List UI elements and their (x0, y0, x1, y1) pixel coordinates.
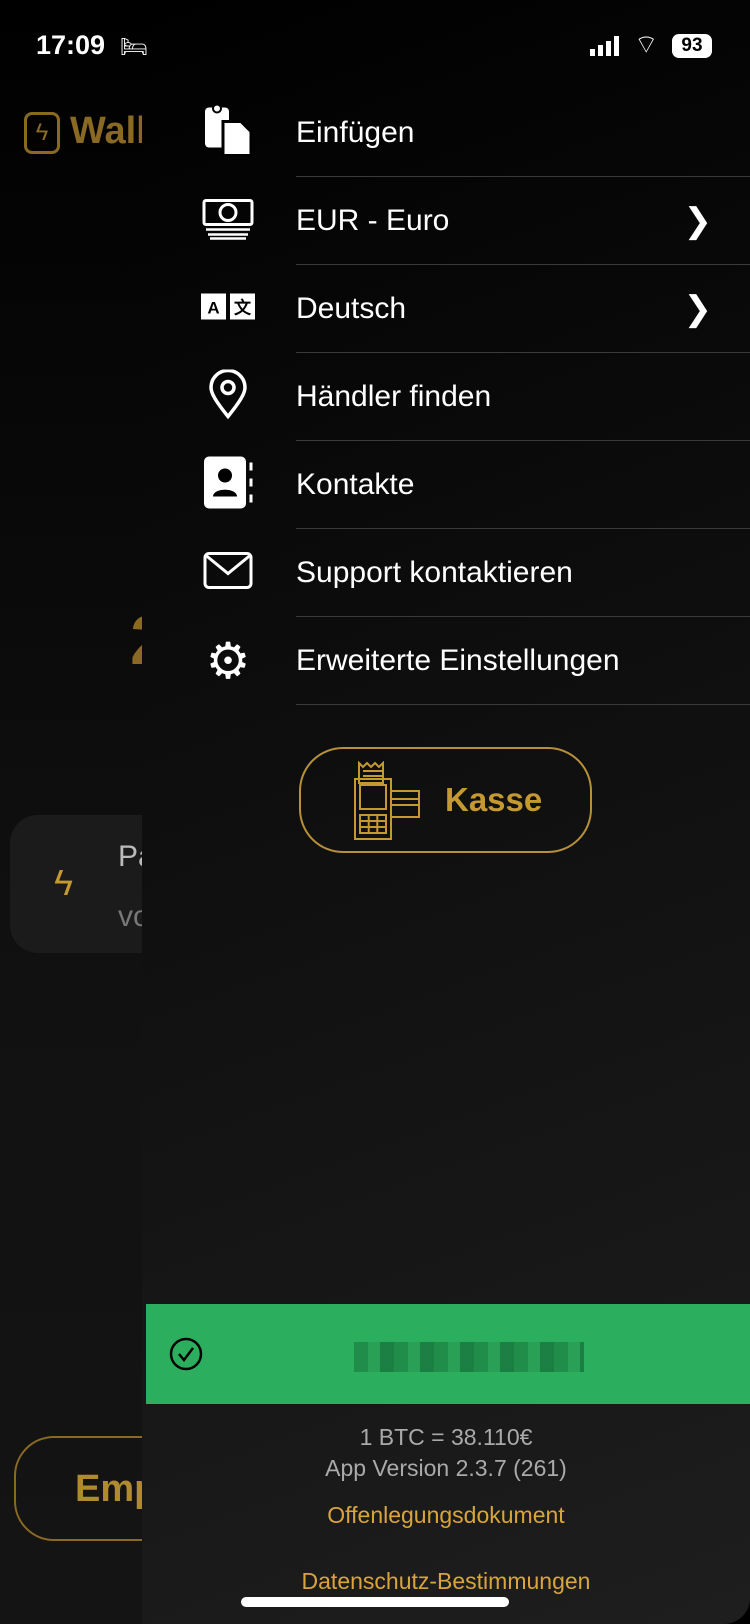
privacy-link[interactable]: Datenschutz-Bestimmungen (142, 1568, 750, 1595)
menu-item-language[interactable]: A文 Deutsch ❯ (142, 265, 750, 353)
svg-text:A: A (207, 299, 219, 318)
location-pin-icon (198, 368, 258, 425)
menu-item-paste[interactable]: Einfügen (142, 89, 750, 177)
lightning-icon: ϟ (54, 862, 74, 903)
home-indicator[interactable] (241, 1597, 509, 1607)
menu-label: Erweiterte Einstellungen (296, 644, 620, 677)
redacted-node-name (354, 1342, 584, 1372)
svg-text:文: 文 (234, 298, 252, 318)
app-version: App Version 2.3.7 (261) (325, 1455, 567, 1481)
battery-indicator: 93 (672, 34, 712, 58)
money-icon (198, 197, 258, 246)
menu-label: Einfügen (296, 116, 415, 149)
app-logo-text: Wall (70, 110, 147, 152)
menu-item-support[interactable]: Support kontaktieren (142, 529, 750, 617)
wifi-icon: ⌔ (634, 29, 659, 59)
translate-icon: A文 (198, 293, 258, 325)
chevron-right-icon: ❯ (683, 290, 713, 328)
paste-icon (198, 103, 258, 163)
check-circle-icon (168, 1336, 204, 1377)
contacts-icon (198, 455, 258, 516)
menu-item-contacts[interactable]: Kontakte (142, 441, 750, 529)
disclosure-link[interactable]: Offenlegungsdokument (142, 1502, 750, 1529)
sleep-bed-icon: 🛏 (120, 34, 148, 59)
gear-icon: ⚙ (205, 633, 251, 689)
menu-label: Deutsch (296, 292, 407, 325)
menu-label: EUR - Euro (296, 204, 450, 237)
kasse-label: Kasse (445, 781, 543, 818)
signal-icon (590, 36, 619, 56)
chevron-right-icon: ❯ (683, 202, 713, 240)
mail-icon (198, 552, 258, 595)
menu-item-advanced-settings[interactable]: ⚙ Erweiterte Einstellungen (142, 617, 750, 705)
card-terminal-icon (351, 760, 421, 846)
menu-item-find-merchants[interactable]: Händler finden (142, 353, 750, 441)
kasse-button[interactable]: Kasse (299, 747, 592, 853)
background-screen (0, 0, 142, 1624)
menu-label: Support kontaktieren (296, 556, 573, 589)
lightning-logo-icon: ϟ (24, 112, 60, 154)
menu-item-currency[interactable]: EUR - Euro ❯ (142, 177, 750, 265)
status-time: 17:09 (36, 30, 106, 60)
btc-rate: 1 BTC = 38.110€ (359, 1424, 533, 1450)
menu-label: Händler finden (296, 380, 492, 413)
connection-status-banner (146, 1304, 750, 1404)
menu-label: Kontakte (296, 468, 415, 501)
